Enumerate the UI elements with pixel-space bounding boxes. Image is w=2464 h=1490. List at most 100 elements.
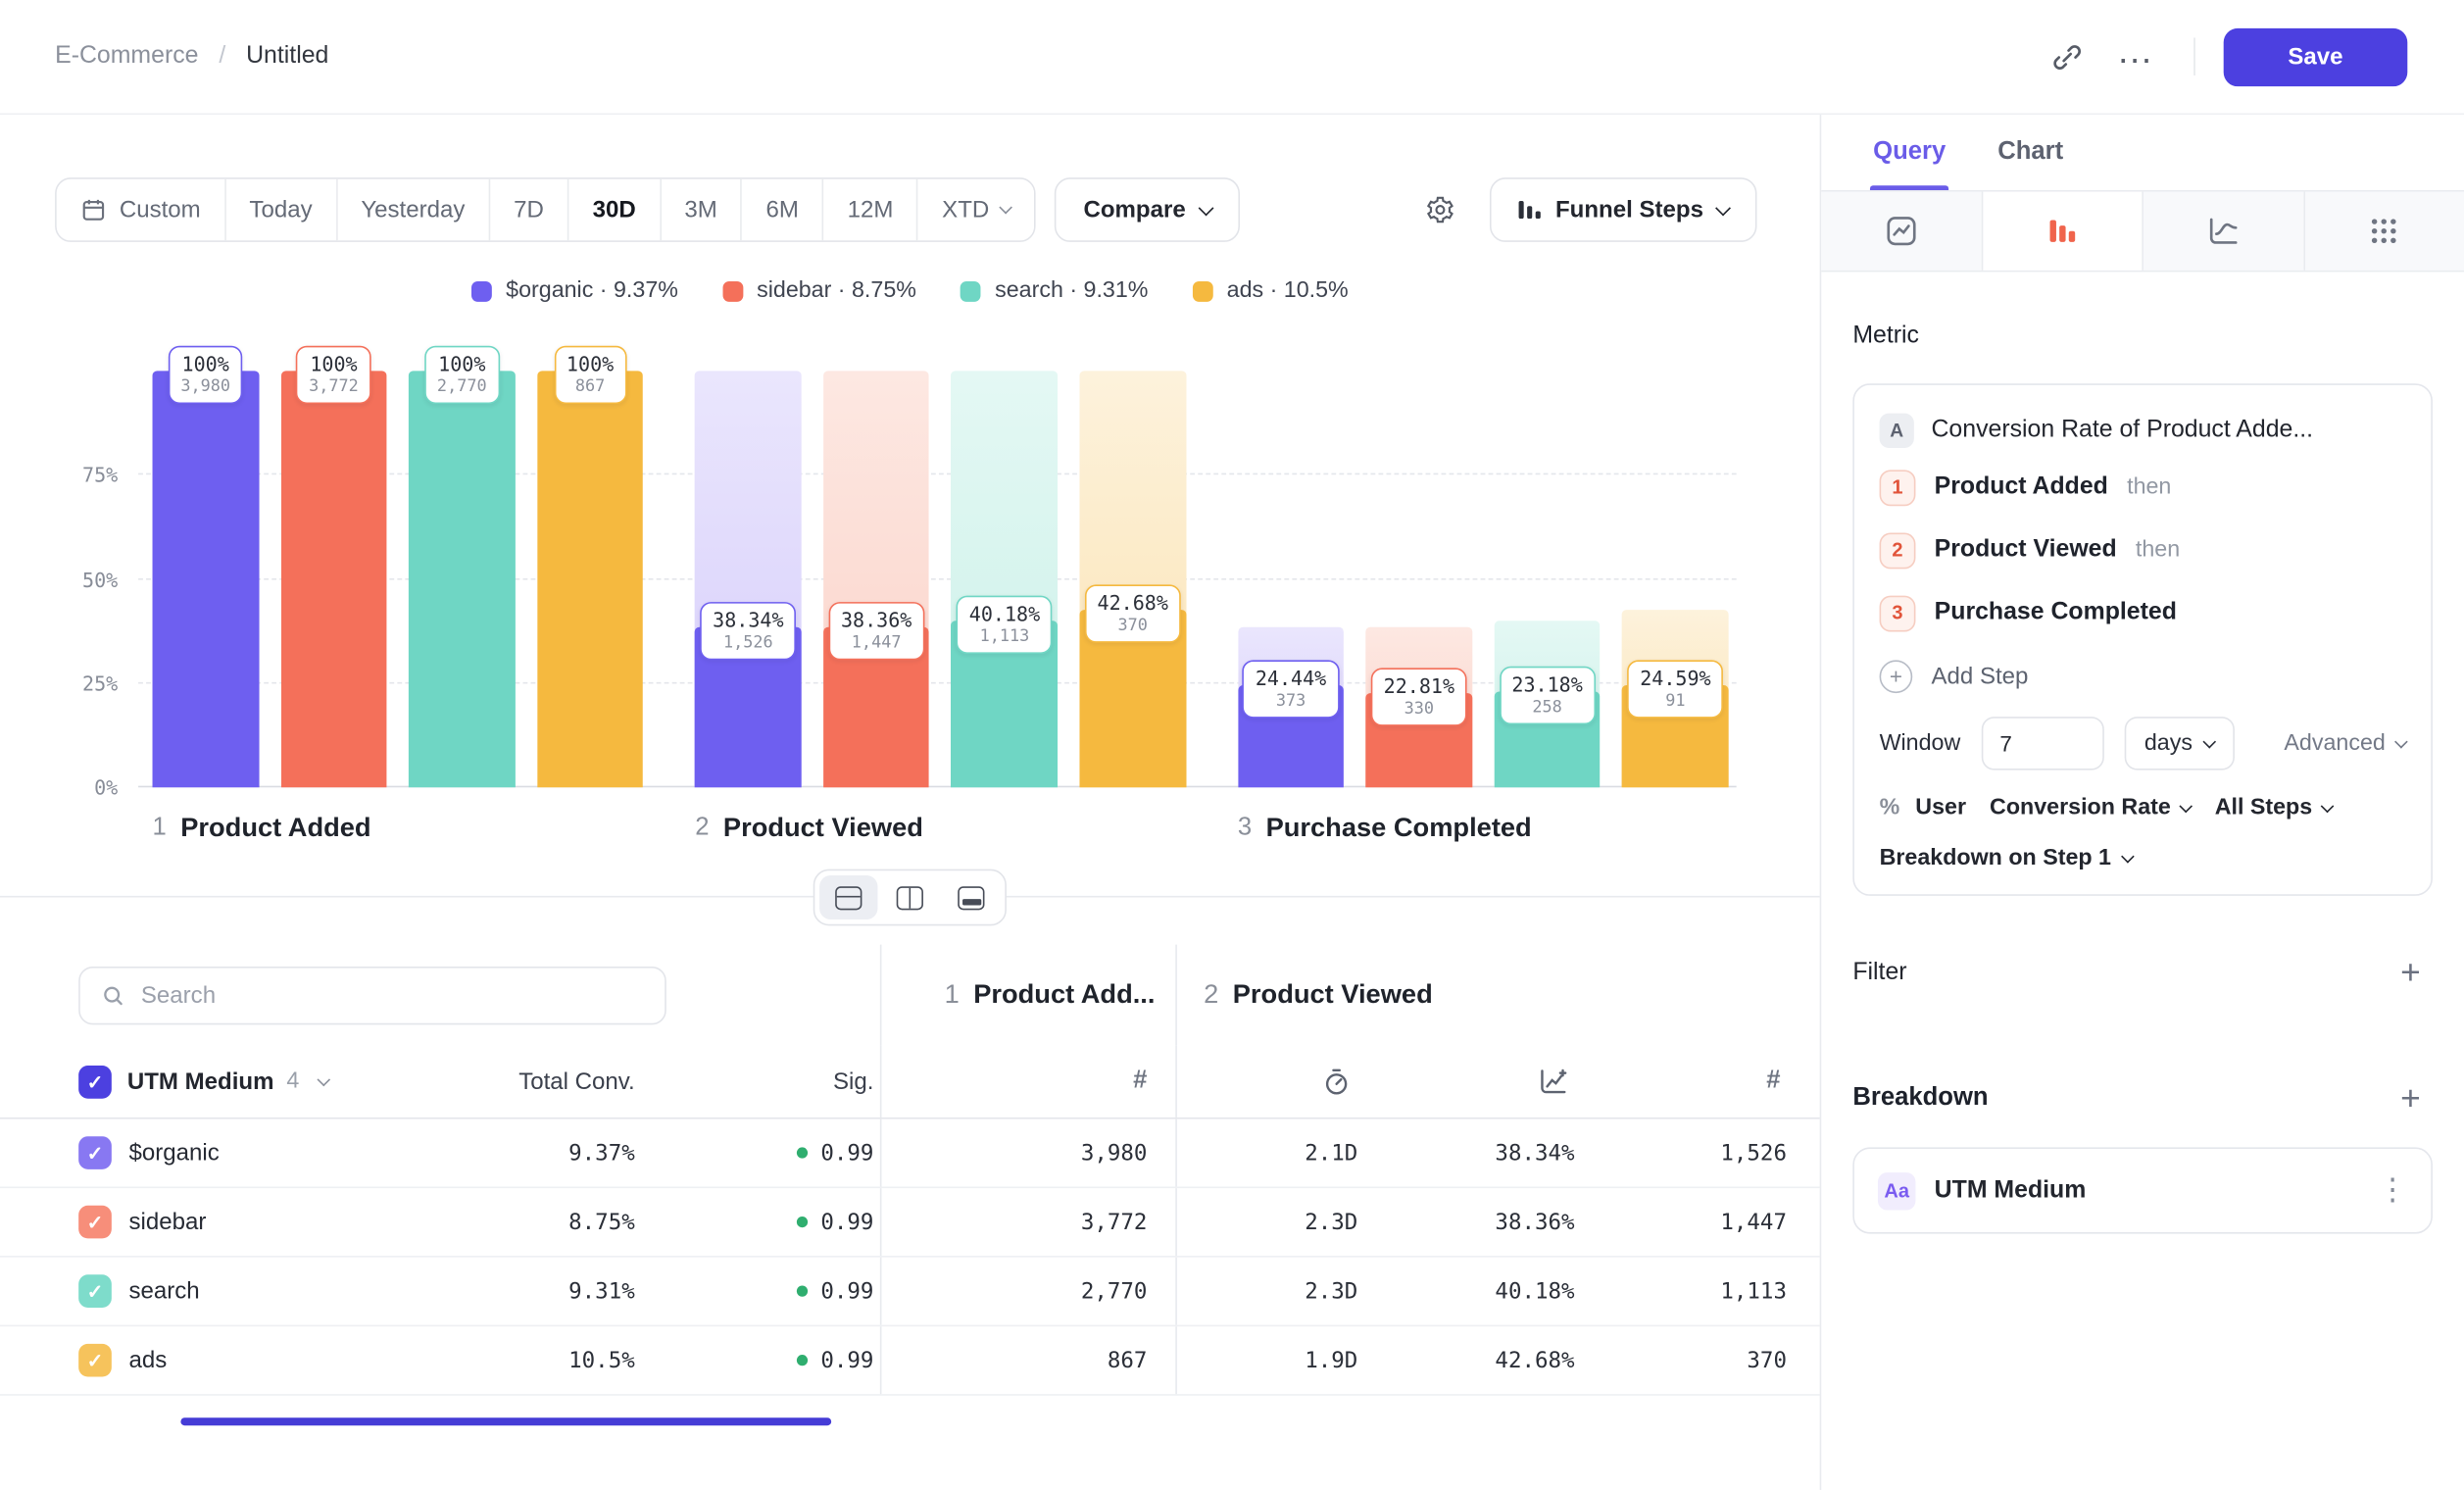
breadcrumb-project[interactable]: E-Commerce: [55, 42, 198, 71]
bar-user-count: 867: [567, 377, 614, 396]
legend-item-organic[interactable]: $organic · 9.37%: [471, 278, 678, 304]
view-split-vertical-button[interactable]: [881, 875, 939, 919]
range-custom[interactable]: Custom: [57, 179, 224, 241]
breakdown-on-select[interactable]: Breakdown on Step 1: [1880, 846, 2406, 871]
funnel-bar-ads-step-2[interactable]: 42.68%370: [1080, 371, 1186, 787]
funnel-bar-ads-step-1[interactable]: 100%867: [537, 371, 643, 787]
advanced-toggle[interactable]: Advanced: [2284, 731, 2405, 757]
chart-type-button[interactable]: Funnel Steps: [1490, 177, 1757, 242]
metric-title: Conversion Rate of Product Adde...: [1931, 417, 2313, 445]
row-checkbox[interactable]: ✓: [78, 1344, 112, 1377]
sig-header[interactable]: Sig.: [641, 1045, 880, 1118]
funnel-step-row-2[interactable]: 2 Product Viewed then: [1880, 519, 2406, 581]
conversion-chart-column-icon[interactable]: [1364, 1045, 1581, 1118]
breakdown-label: Breakdown: [1852, 1084, 1988, 1113]
date-range-group: CustomTodayYesterday7D30D3M6M12MXTD: [55, 177, 1036, 242]
split-vertical-icon: [897, 885, 923, 909]
chart-type-tab-funnel[interactable]: [1983, 192, 2144, 271]
more-menu-icon[interactable]: ...: [2105, 26, 2165, 86]
range-7d[interactable]: 7D: [488, 179, 567, 241]
legend-item-ads[interactable]: ads · 10.5%: [1192, 278, 1348, 304]
funnel-bar-search-step-1[interactable]: 100%2,770: [409, 371, 515, 787]
row-checkbox[interactable]: ✓: [78, 1274, 112, 1308]
funnel-bar-organic-step-3[interactable]: 24.44%373: [1238, 371, 1344, 787]
range-yesterday[interactable]: Yesterday: [336, 179, 489, 241]
range-3m[interactable]: 3M: [660, 179, 741, 241]
search-field[interactable]: [78, 966, 666, 1023]
chevron-down-icon: [2180, 799, 2193, 813]
measure-user-select[interactable]: User: [1915, 795, 1966, 820]
add-step-button[interactable]: + Add Step: [1880, 644, 2406, 707]
table-scrollbar[interactable]: [180, 1417, 831, 1425]
range-6m[interactable]: 6M: [741, 179, 822, 241]
topbar-actions: ... Save: [2037, 26, 2407, 86]
step-number-badge: 1: [1880, 470, 1916, 506]
breakdown-column-header[interactable]: ✓ UTM Medium 4: [0, 1045, 471, 1118]
search-input[interactable]: [141, 981, 644, 1008]
funnel-step-row-3[interactable]: 3 Purchase Completed: [1880, 581, 2406, 644]
range-xtd[interactable]: XTD: [917, 179, 1035, 241]
table-row-ads: ✓ads10.5%0.998671.9D42.68%370: [0, 1326, 1820, 1396]
bar-value-label: 42.68%370: [1085, 584, 1181, 642]
count-column-icon[interactable]: #: [880, 1045, 1175, 1118]
legend-item-search[interactable]: search · 9.31%: [961, 278, 1149, 304]
bar-value-label: 100%2,770: [424, 346, 499, 404]
tab-chart[interactable]: Chart: [1997, 115, 2063, 190]
table-step2-header: 2 Product Viewed: [1175, 945, 1793, 1046]
all-steps-select[interactable]: All Steps: [2215, 795, 2333, 820]
funnel-bar-ads-step-3[interactable]: 24.59%91: [1622, 371, 1728, 787]
chart-type-tab-segmentation[interactable]: [2304, 192, 2464, 271]
step1-count-cell: 867: [880, 1326, 1175, 1394]
chart-type-tab-retention[interactable]: [2144, 192, 2304, 271]
tab-query[interactable]: Query: [1873, 115, 1946, 190]
funnel-step-group-3: 24.44%37322.81%33023.18%25824.59%91: [1238, 371, 1729, 787]
window-value-input[interactable]: [1981, 717, 2103, 770]
conversion-rate-select[interactable]: Conversion Rate: [1990, 795, 2192, 820]
median-time-cell: 2.3D: [1175, 1188, 1363, 1256]
table-row-sidebar: ✓sidebar8.75%0.993,7722.3D38.36%1,447: [0, 1188, 1820, 1258]
breakdown-card[interactable]: Aa UTM Medium ⋮: [1852, 1147, 2433, 1233]
total-conv-header[interactable]: Total Conv.: [471, 1045, 641, 1118]
window-unit-select[interactable]: days: [2124, 717, 2235, 770]
save-button[interactable]: Save: [2224, 27, 2408, 85]
search-cell: [0, 945, 880, 1046]
kebab-menu-icon[interactable]: ⋮: [2378, 1172, 2407, 1209]
funnel-bar-organic-step-1[interactable]: 100%3,980: [153, 371, 259, 787]
funnel-step-label-3: 3Purchase Completed: [1238, 813, 1729, 844]
median-time-column-icon[interactable]: [1175, 1045, 1363, 1118]
funnel-bar-search-step-3[interactable]: 23.18%258: [1494, 371, 1600, 787]
step-number: 2: [695, 815, 709, 843]
bar-user-count: 330: [1384, 699, 1454, 718]
row-label-cell: ✓$organic: [0, 1119, 471, 1187]
settings-gear-icon[interactable]: [1410, 180, 1470, 240]
row-checkbox[interactable]: ✓: [78, 1136, 112, 1169]
search-icon: [101, 981, 125, 1008]
range-30d[interactable]: 30D: [567, 179, 660, 241]
step-number: 1: [945, 979, 960, 1011]
view-split-horizontal-button[interactable]: [819, 875, 877, 919]
row-name: ads: [128, 1347, 167, 1373]
funnel-bar-organic-step-2[interactable]: 38.34%1,526: [695, 371, 801, 787]
count-column-icon[interactable]: #: [1581, 1045, 1793, 1118]
funnel-bar-sidebar-step-1[interactable]: 100%3,772: [280, 371, 386, 787]
range-today[interactable]: Today: [224, 179, 336, 241]
funnel-bar-sidebar-step-2[interactable]: 38.36%1,447: [823, 371, 929, 787]
share-link-icon[interactable]: [2037, 26, 2096, 86]
step1-count-cell: 2,770: [880, 1258, 1175, 1325]
range-12m[interactable]: 12M: [822, 179, 916, 241]
row-checkbox[interactable]: ✓: [78, 1206, 112, 1239]
compare-button[interactable]: Compare: [1056, 177, 1240, 242]
funnel-bar-sidebar-step-3[interactable]: 22.81%330: [1366, 371, 1472, 787]
add-filter-button[interactable]: +: [2389, 951, 2433, 995]
view-bottom-panel-button[interactable]: [942, 875, 1000, 919]
select-all-checkbox[interactable]: ✓: [78, 1065, 112, 1098]
metric-title-row[interactable]: A Conversion Rate of Product Adde...: [1880, 406, 2406, 456]
breadcrumb-title[interactable]: Untitled: [246, 42, 328, 71]
legend-item-sidebar[interactable]: sidebar · 8.75%: [722, 278, 916, 304]
add-breakdown-button[interactable]: +: [2389, 1076, 2433, 1120]
funnel-step-row-1[interactable]: 1 Product Added then: [1880, 456, 2406, 519]
funnel-bar-search-step-2[interactable]: 40.18%1,113: [952, 371, 1058, 787]
chart-type-tab-line[interactable]: [1821, 192, 1982, 271]
bar-conversion-pct: 100%: [180, 352, 230, 375]
chevron-down-icon[interactable]: [318, 1072, 331, 1086]
